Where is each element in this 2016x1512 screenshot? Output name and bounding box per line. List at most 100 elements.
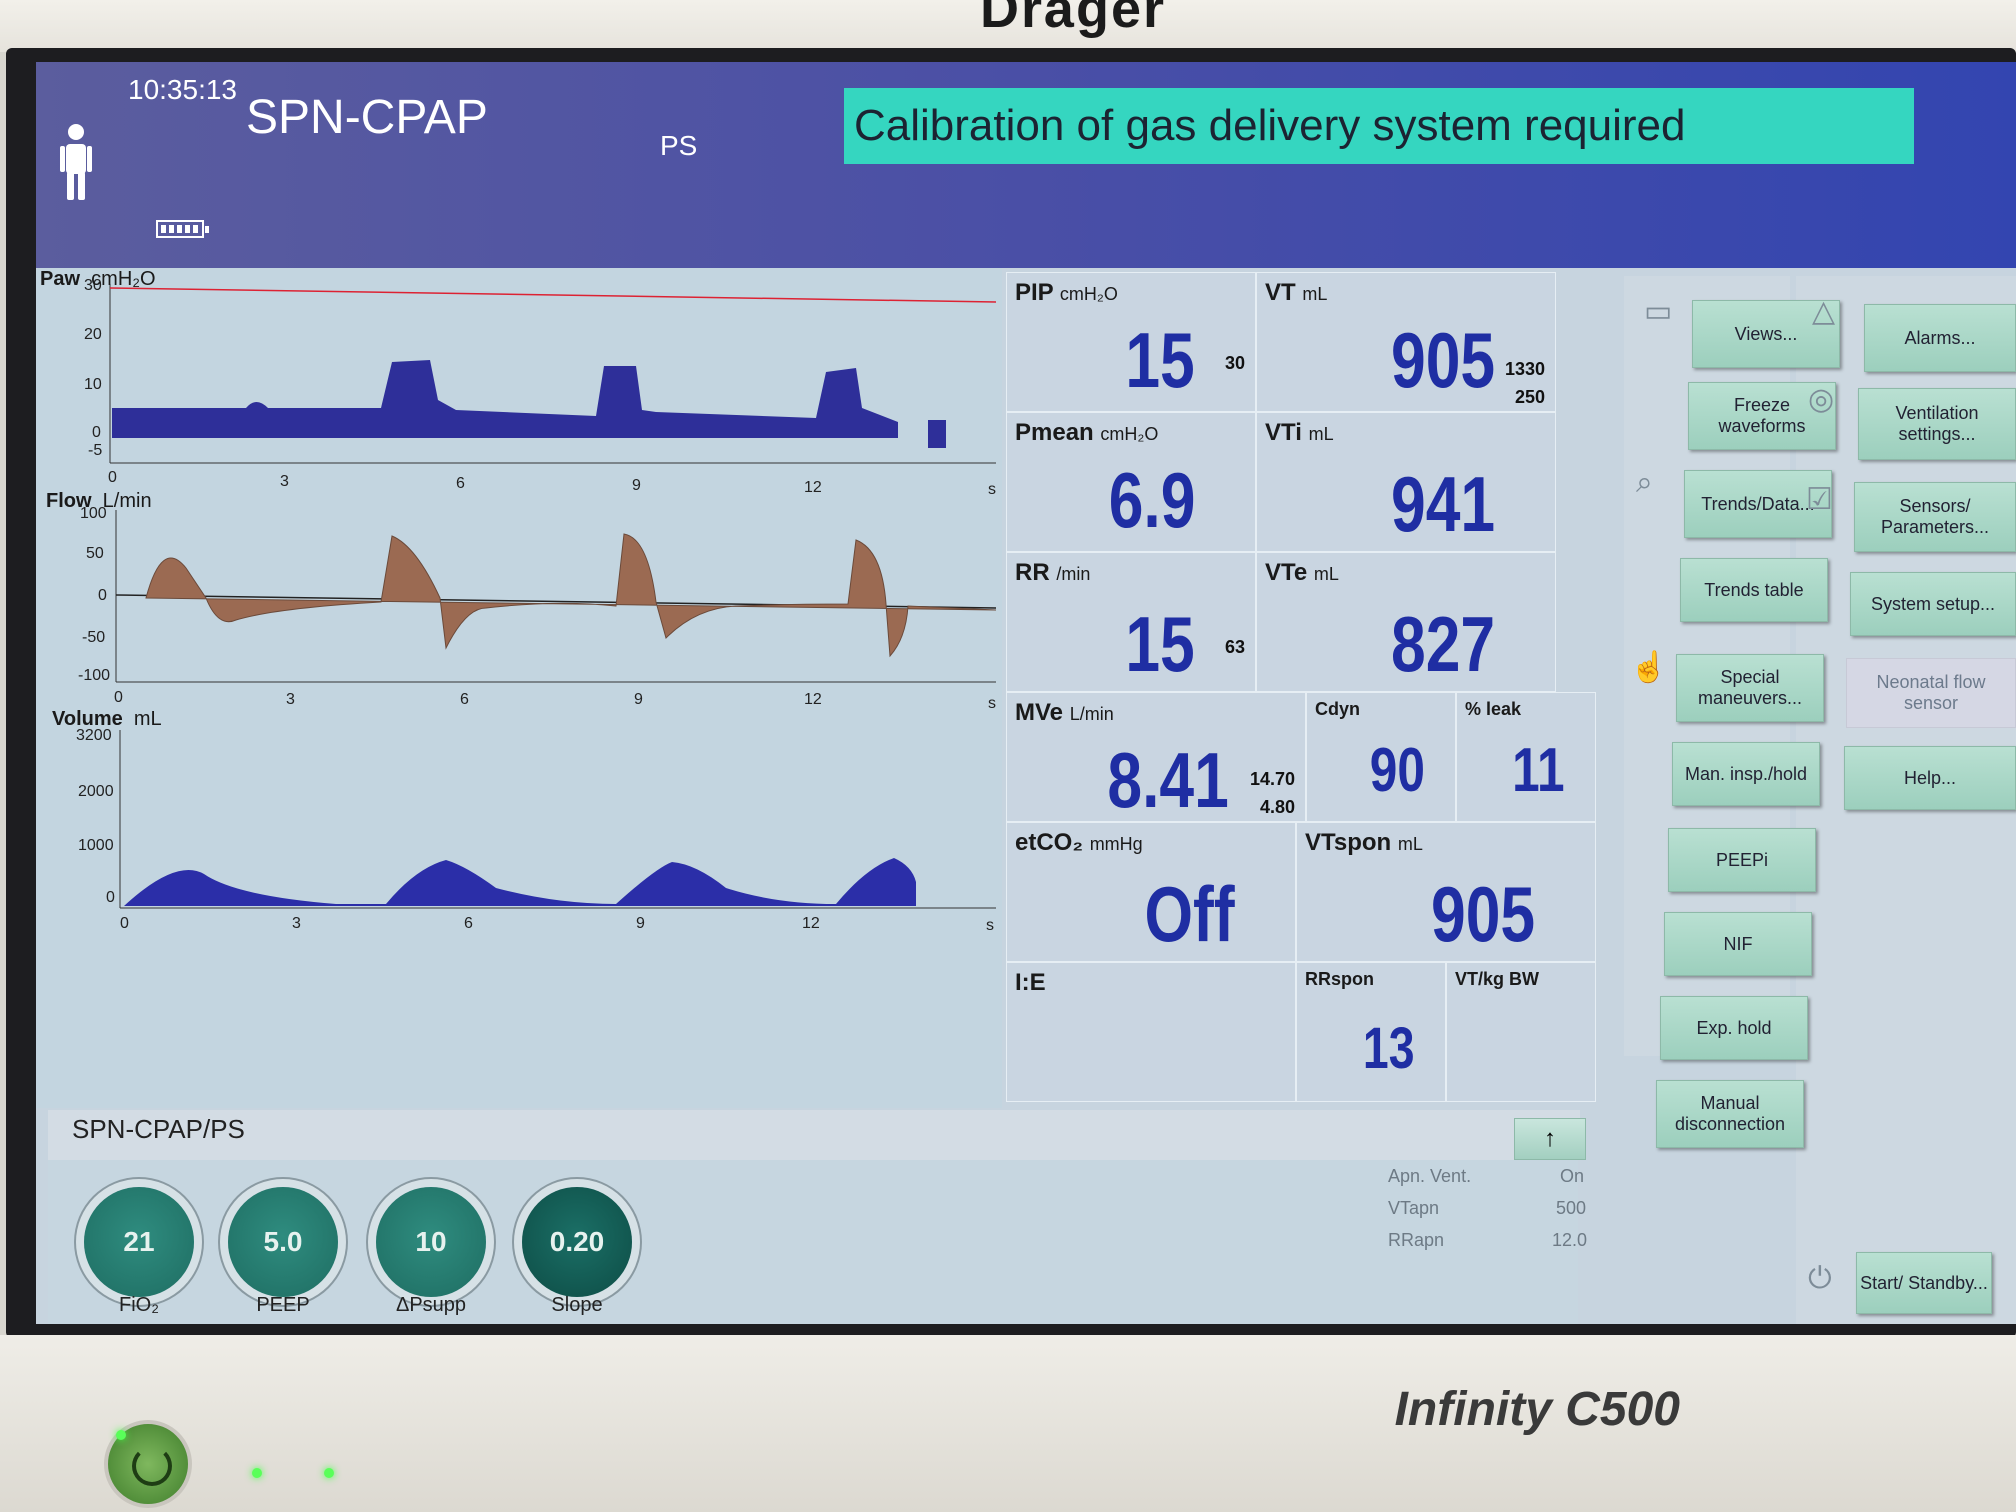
vtapn-label: VTapn <box>1388 1198 1440 1218</box>
rrspon-value: 13 <box>1363 1016 1415 1081</box>
mode-bar[interactable] <box>48 1110 1580 1160</box>
rrapn-label: RRapn <box>1388 1230 1445 1250</box>
help-button[interactable]: Help... <box>1844 746 2016 810</box>
volume-xtick-6: 6 <box>464 915 473 932</box>
battery-icon <box>156 220 209 238</box>
volume-waveform: 3200 2000 1000 0 0 3 6 9 12 s <box>76 727 996 934</box>
views-icon: ▭ <box>1644 295 1673 328</box>
param-rr[interactable]: RR /min 15 63 <box>1006 552 1256 692</box>
ventilation-submode: PS <box>660 130 698 161</box>
nif-button[interactable]: NIF <box>1664 912 1812 976</box>
slope-knob[interactable]: 0.20 <box>522 1187 632 1297</box>
param-mve[interactable]: MVe L/min 8.41 14.70 4.80 <box>1006 692 1306 824</box>
pip-limit: 30 <box>1224 353 1245 373</box>
param-cdyn[interactable]: Cdyn 90 <box>1306 692 1456 822</box>
flow-ytick-neg100: -100 <box>78 667 110 684</box>
adult-patient-icon[interactable] <box>56 122 96 202</box>
volume-ytick-2000: 2000 <box>78 783 114 800</box>
apnea-vent-label: Apn. Vent. <box>1388 1166 1472 1186</box>
special-maneuvers-button[interactable]: Special maneuvers... <box>1676 654 1824 722</box>
settings-mode-label: SPN-CPAP/PS <box>72 1114 245 1144</box>
man-insp-hold-button[interactable]: Man. insp./hold <box>1672 742 1820 806</box>
volume-xtick-0: 0 <box>120 915 129 932</box>
param-vtspon[interactable]: VTspon mL 905 <box>1296 822 1596 962</box>
vtapn-value: 500 <box>1556 1198 1587 1218</box>
paw-xtick-s: s <box>988 481 996 498</box>
alarm-message-banner[interactable]: Calibration of gas delivery system requi… <box>844 88 1914 164</box>
ventilation-settings-button[interactable]: Ventilation settings... <box>1858 388 2016 460</box>
flow-xtick-12: 12 <box>804 691 822 708</box>
paw-xtick-3: 3 <box>280 473 289 490</box>
etco2-value: Off <box>1144 870 1235 958</box>
param-vtkg[interactable]: VT/kg BW <box>1446 962 1596 1102</box>
param-rrspon[interactable]: RRspon 13 <box>1296 962 1446 1102</box>
param-etco2[interactable]: etCO₂ mmHg Off <box>1006 822 1296 962</box>
flow-ytick-0: 0 <box>98 587 107 604</box>
param-pmean[interactable]: Pmean cmH₂O 6.9 <box>1006 412 1256 552</box>
slope-label: Slope <box>551 1294 603 1316</box>
ventilator-screen: 10:35:13 SPN-CPAP PS Calibration of gas … <box>36 62 2016 1324</box>
param-leak[interactable]: % leak 11 <box>1456 692 1596 822</box>
alarms-button[interactable]: Alarms... <box>1864 304 2016 372</box>
peepi-button[interactable]: PEEPi <box>1668 828 1816 892</box>
paw-ytick-neg5: -5 <box>88 442 102 459</box>
volume-xtick-s: s <box>986 917 994 934</box>
start-standby-button[interactable]: Start/ Standby... <box>1856 1252 1992 1314</box>
paw-ytick-20: 20 <box>84 326 102 343</box>
expand-arrow-button[interactable]: ↑ <box>1514 1118 1586 1160</box>
standby-power-icon: ⏻ <box>1808 1262 1832 1295</box>
paw-waveform: 30 20 10 0 -5 0 3 6 9 12 s <box>84 277 997 498</box>
rrapn-value: 12.0 <box>1552 1230 1588 1250</box>
flow-xtick-s: s <box>988 695 996 712</box>
sensors-parameters-button[interactable]: Sensors/ Parameters... <box>1854 482 2016 552</box>
sensors-icon: ☑ <box>1806 483 1833 516</box>
param-pip[interactable]: PIP cmH₂O 15 30 <box>1006 272 1256 412</box>
paw-xtick-6: 6 <box>456 475 465 492</box>
vt-value: 905 <box>1390 316 1495 404</box>
peep-label: PEEP <box>256 1294 310 1316</box>
hand-icon: ☝ <box>1630 651 1668 684</box>
param-vti[interactable]: VTi mL 941 <box>1256 412 1556 552</box>
flow-ytick-50: 50 <box>86 545 104 562</box>
trends-table-button[interactable]: Trends table <box>1680 558 1828 622</box>
ventilation-icon: ◎ <box>1808 383 1835 416</box>
parameter-grid: PIP cmH₂O 15 30 VT mL 905 1330 250 Pmean… <box>1006 272 1596 1102</box>
paw-ytick-10: 10 <box>84 376 102 393</box>
brand-logo: Dräger <box>980 0 1167 39</box>
exp-hold-button[interactable]: Exp. hold <box>1660 996 1808 1060</box>
flow-title: Flow L/min <box>46 490 152 512</box>
alarm-bell-icon: △ <box>1812 295 1836 328</box>
system-setup-button[interactable]: System setup... <box>1850 572 2016 636</box>
flow-xtick-0: 0 <box>114 689 123 706</box>
cdyn-value: 90 <box>1369 736 1425 805</box>
fio2-label: FiO₂ <box>119 1294 159 1316</box>
peep-knob[interactable]: 5.0 <box>228 1187 338 1297</box>
vti-value: 941 <box>1390 460 1495 548</box>
clock: 10:35:13 <box>128 74 237 105</box>
mve-limit-high: 14.70 <box>1249 769 1295 789</box>
param-vt[interactable]: VT mL 905 1330 250 <box>1256 272 1556 412</box>
mve-value: 8.41 <box>1107 736 1229 824</box>
paw-xtick-0: 0 <box>108 469 117 486</box>
neonatal-flow-sensor-button[interactable]: Neonatal flow sensor <box>1846 658 2016 728</box>
trends-icon: ⌕ <box>1636 466 1653 499</box>
model-label: Infinity C500 <box>1394 1383 1680 1436</box>
flow-xtick-6: 6 <box>460 691 469 708</box>
volume-xtick-12: 12 <box>802 915 820 932</box>
paw-xtick-12: 12 <box>804 479 822 496</box>
fio2-knob[interactable]: 21 <box>84 1187 194 1297</box>
waveform-area[interactable]: 30 20 10 0 -5 0 3 6 9 12 s 100 50 0 -50 … <box>36 268 1002 1108</box>
manual-disconnection-button[interactable]: Manual disconnection <box>1656 1080 1804 1148</box>
psupp-knob[interactable]: 10 <box>376 1187 486 1297</box>
leak-value: 11 <box>1512 736 1565 805</box>
volume-title: Volume mL <box>52 708 162 730</box>
header-bar: 10:35:13 SPN-CPAP PS Calibration of gas … <box>36 62 2016 268</box>
vt-limit-low: 250 <box>1514 387 1545 407</box>
param-vte[interactable]: VTe mL 827 <box>1256 552 1556 692</box>
mve-limit-low: 4.80 <box>1259 797 1295 817</box>
vt-limit-high: 1330 <box>1504 359 1545 379</box>
volume-ytick-0: 0 <box>106 889 115 906</box>
vtspon-value: 905 <box>1430 870 1535 958</box>
battery-led <box>324 1468 334 1478</box>
param-ie[interactable]: I:E <box>1006 962 1296 1102</box>
